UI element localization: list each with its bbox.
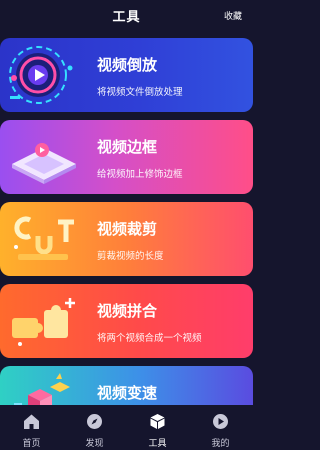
tool-card-reverse[interactable]: 视频倒放 将视频文件倒放处理	[0, 38, 253, 112]
tab-discover[interactable]: 发现	[63, 405, 126, 450]
cube-icon	[150, 414, 165, 429]
cut-letters-illustration	[14, 216, 74, 260]
tab-tools[interactable]: 工具	[126, 405, 189, 450]
reverse-disc-illustration	[9, 46, 73, 104]
page-title: 工具	[112, 10, 141, 25]
bottom-tab-bar: 首页 发现 工具 我的	[0, 405, 253, 450]
card-subtitle: 将两个视频合成一个视频	[97, 333, 202, 344]
card-title: 视频边框	[97, 138, 158, 156]
card-subtitle: 给视频加上修饰边框	[97, 169, 183, 180]
tab-label: 工具	[148, 439, 167, 449]
tool-card-trim[interactable]: 视频裁剪 剪裁视频的长度	[0, 202, 253, 276]
tab-mine[interactable]: 我的	[189, 405, 252, 450]
tab-label: 发现	[85, 439, 104, 449]
tool-card-merge[interactable]: 视频拼合 将两个视频合成一个视频	[0, 284, 253, 358]
frame-illustration	[12, 143, 76, 184]
puzzle-illustration	[12, 298, 75, 346]
card-subtitle: 将视频文件倒放处理	[97, 87, 183, 98]
home-icon	[24, 414, 39, 429]
card-title: 视频倒放	[97, 56, 158, 74]
tab-home[interactable]: 首页	[0, 405, 63, 450]
card-subtitle: 剪裁视频的长度	[97, 251, 164, 262]
top-bar: 工具 收藏	[0, 0, 253, 30]
compass-icon	[87, 414, 102, 429]
card-title: 视频裁剪	[97, 220, 158, 238]
card-title: 视频变速	[97, 384, 158, 402]
tab-label: 首页	[22, 439, 41, 449]
favorites-link[interactable]: 收藏	[224, 9, 242, 22]
tab-label: 我的	[211, 439, 230, 449]
play-circle-icon	[213, 414, 228, 429]
tool-card-border[interactable]: 视频边框 给视频加上修饰边框	[0, 120, 253, 194]
card-title: 视频拼合	[97, 302, 158, 320]
